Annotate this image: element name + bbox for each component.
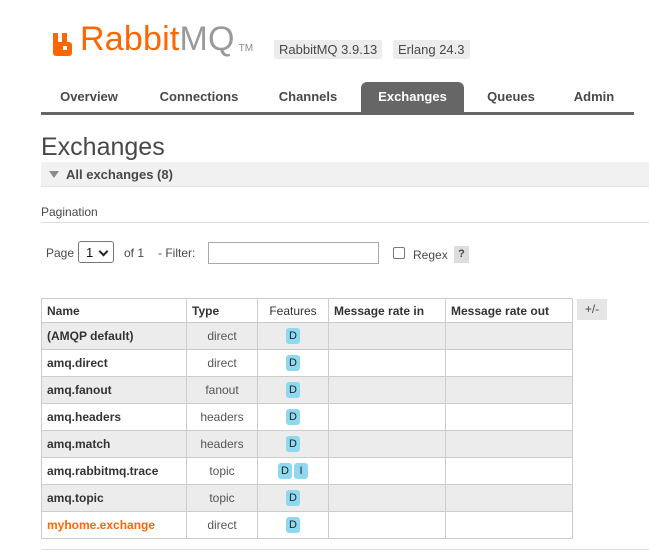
exchange-type: topic	[186, 457, 258, 485]
column-header-rate-out[interactable]: Message rate out	[445, 298, 573, 323]
tab-queues[interactable]: Queues	[472, 82, 550, 112]
message-rate-in	[328, 376, 446, 404]
main-nav-tabs: Overview Connections Channels Exchanges …	[41, 82, 634, 115]
column-header-type[interactable]: Type	[186, 298, 258, 323]
exchange-name-link[interactable]: amq.topic	[41, 484, 187, 512]
page-count-label: of 1	[124, 246, 145, 260]
exchange-features: DI	[257, 457, 329, 485]
page-select-value: 1	[86, 245, 94, 260]
rabbitmq-version-badge: RabbitMQ 3.9.13	[274, 40, 383, 59]
filter-label: - Filter:	[158, 246, 196, 260]
exchange-name-link[interactable]: myhome.exchange	[41, 511, 187, 539]
rabbit-logo-icon	[52, 30, 76, 56]
feature-badge: D	[278, 463, 292, 479]
message-rate-in	[328, 457, 446, 485]
exchange-features: D	[257, 349, 329, 377]
exchange-features: D	[257, 430, 329, 458]
page-label: Page	[46, 246, 75, 260]
exchange-name-link[interactable]: amq.match	[41, 430, 187, 458]
erlang-version-badge: Erlang 24.3	[393, 40, 470, 59]
page-title: Exchanges	[41, 133, 165, 161]
exchange-features: D	[257, 376, 329, 404]
feature-badge: I	[294, 463, 308, 479]
all-exchanges-section-toggle[interactable]: All exchanges (8)	[41, 162, 649, 187]
exchange-name-link[interactable]: amq.headers	[41, 403, 187, 431]
columns-toggle-button[interactable]: +/-	[577, 299, 607, 320]
tab-admin[interactable]: Admin	[560, 82, 628, 112]
pagination-divider	[41, 222, 649, 223]
logo-trademark: TM	[238, 43, 254, 54]
chevron-down-icon	[98, 246, 109, 257]
exchanges-table: Name Type Features Message rate in Messa…	[41, 298, 573, 539]
message-rate-in	[328, 511, 446, 539]
message-rate-out	[445, 484, 573, 512]
message-rate-out	[445, 376, 573, 404]
message-rate-in	[328, 484, 446, 512]
exchange-type: headers	[186, 403, 258, 431]
feature-badge: D	[286, 490, 300, 506]
regex-help-button[interactable]: ?	[454, 246, 469, 263]
feature-badge: D	[286, 382, 300, 398]
message-rate-in	[328, 322, 446, 350]
exchange-type: direct	[186, 322, 258, 350]
table-row: (AMQP default) direct D	[41, 322, 573, 350]
column-header-features: Features	[257, 298, 329, 323]
exchange-name-link[interactable]: amq.fanout	[41, 376, 187, 404]
exchange-type: fanout	[186, 376, 258, 404]
exchange-type: direct	[186, 511, 258, 539]
tab-overview[interactable]: Overview	[41, 82, 137, 112]
regex-label: Regex	[413, 248, 448, 262]
pagination-heading: Pagination	[41, 205, 98, 219]
column-header-name[interactable]: Name	[41, 298, 187, 323]
logo-word: Rabbit	[80, 20, 180, 58]
exchange-features: D	[257, 322, 329, 350]
column-header-rate-in[interactable]: Message rate in	[328, 298, 446, 323]
table-header-row: Name Type Features Message rate in Messa…	[41, 298, 573, 323]
exchange-name-link[interactable]: amq.direct	[41, 349, 187, 377]
table-row: amq.fanout fanout D	[41, 376, 573, 404]
feature-badge: D	[286, 517, 300, 533]
tab-channels[interactable]: Channels	[263, 82, 353, 112]
message-rate-out	[445, 403, 573, 431]
collapse-triangle-icon	[49, 171, 59, 178]
table-row: amq.rabbitmq.trace topic D I	[41, 457, 573, 485]
filter-input[interactable]	[208, 242, 379, 264]
message-rate-out	[445, 430, 573, 458]
feature-badge: D	[286, 355, 300, 371]
message-rate-in	[328, 349, 446, 377]
exchange-features: D	[257, 484, 329, 512]
table-row: amq.match headers D	[41, 430, 573, 458]
message-rate-in	[328, 430, 446, 458]
feature-badge: D	[286, 328, 300, 344]
tab-connections[interactable]: Connections	[147, 82, 251, 112]
logo-suffix: MQ	[179, 20, 235, 58]
message-rate-in	[328, 403, 446, 431]
exchange-type: topic	[186, 484, 258, 512]
tab-exchanges[interactable]: Exchanges	[361, 82, 464, 112]
message-rate-out	[445, 349, 573, 377]
regex-checkbox[interactable]	[393, 247, 405, 259]
table-row: amq.direct direct D	[41, 349, 573, 377]
table-row: amq.headers headers D	[41, 403, 573, 431]
table-row: amq.topic topic D	[41, 484, 573, 512]
message-rate-out	[445, 322, 573, 350]
message-rate-out	[445, 457, 573, 485]
page-select[interactable]: 1	[78, 241, 114, 263]
message-rate-out	[445, 511, 573, 539]
feature-badge: D	[286, 409, 300, 425]
table-row: myhome.exchange direct D	[41, 511, 573, 539]
feature-badge: D	[286, 436, 300, 452]
rabbitmq-logo: RabbitMQ TM	[52, 22, 253, 56]
exchange-name-link[interactable]: amq.rabbitmq.trace	[41, 457, 187, 485]
exchange-type: direct	[186, 349, 258, 377]
exchange-name-link[interactable]: (AMQP default)	[41, 322, 187, 350]
section-title: All exchanges (8)	[66, 167, 173, 182]
exchange-features: D	[257, 511, 329, 539]
exchange-type: headers	[186, 430, 258, 458]
exchange-features: D	[257, 403, 329, 431]
table-bottom-divider	[41, 549, 649, 550]
